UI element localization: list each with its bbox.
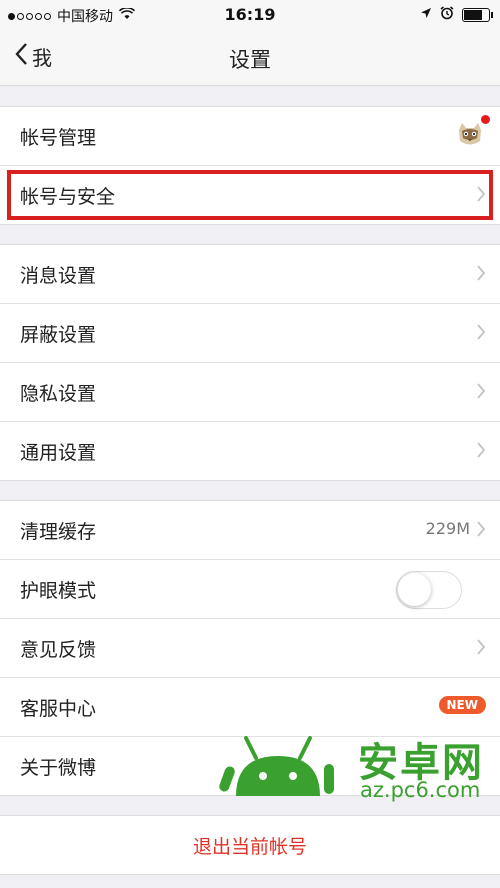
alarm-icon <box>440 6 454 24</box>
settings-row-label: 隐私设置 <box>20 383 97 405</box>
settings-row-block[interactable]: 屏蔽设置 <box>0 304 500 363</box>
settings-row-label: 通用设置 <box>20 442 97 464</box>
feedback-label: 意见反馈 <box>20 639 97 661</box>
status-right <box>420 6 493 24</box>
feedback-row[interactable]: 意见反馈 <box>0 619 500 678</box>
customer-service-row[interactable]: 客服中心 NEW <box>0 678 500 737</box>
eye-mode-label: 护眼模式 <box>20 580 97 602</box>
customer-service-label: 客服中心 <box>20 698 97 720</box>
account-security-row[interactable]: 帐号与安全 <box>0 166 500 224</box>
chevron-right-icon <box>476 520 486 542</box>
logout-button[interactable]: 退出当前帐号 <box>0 815 500 875</box>
settings-row-message[interactable]: 消息设置 <box>0 245 500 304</box>
notification-dot <box>481 115 490 124</box>
account-security-label: 帐号与安全 <box>20 186 116 208</box>
settings-row-label: 消息设置 <box>20 265 97 287</box>
avatar <box>456 121 484 149</box>
chevron-right-icon <box>476 323 486 345</box>
status-bar: 中国移动 16:19 <box>0 0 500 30</box>
settings-row-label: 屏蔽设置 <box>20 324 97 346</box>
clear-cache-label: 清理缓存 <box>20 521 97 543</box>
chevron-right-icon <box>476 382 486 404</box>
eye-mode-row: 护眼模式 <box>0 560 500 619</box>
watermark: 安卓网 az.pc6.com <box>208 730 498 805</box>
account-manage-row[interactable]: 帐号管理 <box>0 107 500 166</box>
chevron-right-icon <box>476 264 486 286</box>
account-section: 帐号管理 帐号与安全 <box>0 106 500 225</box>
page-title: 设置 <box>229 48 271 72</box>
about-label: 关于微博 <box>20 757 97 779</box>
new-badge: NEW <box>438 696 486 714</box>
eye-mode-toggle[interactable] <box>396 571 462 609</box>
account-manage-label: 帐号管理 <box>20 127 97 149</box>
location-arrow-icon <box>420 7 432 23</box>
android-robot-icon <box>208 734 353 808</box>
logout-label: 退出当前帐号 <box>192 836 307 858</box>
settings-row-privacy[interactable]: 隐私设置 <box>0 363 500 422</box>
nav-bar: 我 设置 <box>0 30 500 86</box>
watermark-url: az.pc6.com <box>360 778 481 802</box>
chevron-right-icon <box>476 185 486 207</box>
chevron-right-icon <box>476 441 486 463</box>
cache-size-value: 229M <box>425 519 470 538</box>
battery-icon <box>462 8 493 22</box>
toggle-knob <box>398 573 431 606</box>
chevron-right-icon <box>476 638 486 660</box>
settings-section: 消息设置 屏蔽设置 隐私设置 通用设置 <box>0 244 500 481</box>
settings-row-general[interactable]: 通用设置 <box>0 422 500 480</box>
battery-level <box>464 10 482 20</box>
clear-cache-row[interactable]: 清理缓存 229M <box>0 501 500 560</box>
